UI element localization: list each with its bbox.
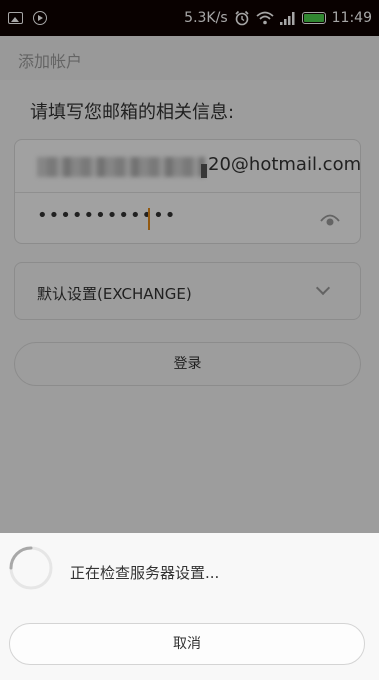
loading-spinner-icon	[9, 546, 53, 590]
cancel-button-label: 取消	[173, 636, 201, 652]
cancel-button[interactable]: 取消	[9, 623, 365, 665]
dim-overlay	[0, 0, 379, 533]
dialog-message: 正在检查服务器设置...	[70, 564, 220, 582]
progress-dialog: 正在检查服务器设置... 取消	[0, 533, 379, 680]
